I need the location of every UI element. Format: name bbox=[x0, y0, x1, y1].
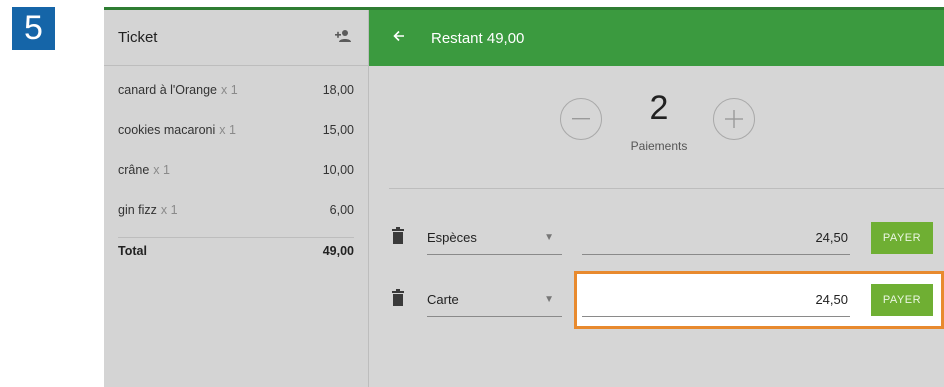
line-price: 10,00 bbox=[322, 163, 354, 177]
ticket-line[interactable]: cookies macaroni x 1 15,00 bbox=[118, 110, 354, 150]
ticket-header: Ticket bbox=[104, 10, 368, 66]
back-arrow-icon[interactable] bbox=[393, 29, 405, 47]
caret-down-icon: ▼ bbox=[544, 232, 554, 243]
line-name: crâne bbox=[118, 163, 150, 177]
increment-button[interactable] bbox=[713, 98, 755, 140]
line-qty: x 1 bbox=[160, 203, 178, 217]
line-qty: x 1 bbox=[219, 123, 236, 137]
trash-icon[interactable] bbox=[391, 289, 405, 307]
line-price: 15,00 bbox=[322, 123, 354, 137]
pay-button[interactable]: PAYER bbox=[871, 284, 933, 316]
total-label: Total bbox=[118, 244, 147, 258]
payments-count: 2 bbox=[649, 89, 669, 127]
amount-field[interactable]: 24,50 bbox=[582, 283, 850, 317]
payment-method-select[interactable]: Espèces ▼ bbox=[427, 221, 562, 255]
ticket-total: Total 49,00 bbox=[118, 237, 354, 284]
payments-label: Paiements bbox=[630, 139, 688, 153]
ticket-lines: canard à l'Orange x 1 18,00 cookies macar… bbox=[104, 70, 368, 284]
ticket-title: Ticket bbox=[118, 29, 158, 46]
payment-header: Restant 49,00 bbox=[369, 10, 944, 66]
total-value: 49,00 bbox=[322, 244, 354, 258]
payment-method-value: Espèces bbox=[427, 230, 477, 245]
line-qty: x 1 bbox=[153, 163, 170, 177]
divider bbox=[389, 188, 944, 189]
payment-panel: Restant 49,00 2 Paiements Espèces ▼ 24,5… bbox=[369, 10, 944, 387]
ticket-line[interactable]: gin fizz x 1 6,00 bbox=[118, 190, 354, 230]
amount-field[interactable]: 24,50 bbox=[582, 221, 850, 255]
payment-row: Carte ▼ 24,50 PAYER bbox=[369, 279, 944, 323]
remaining-title: Restant 49,00 bbox=[431, 29, 525, 47]
caret-down-icon: ▼ bbox=[544, 294, 554, 305]
ticket-panel: Ticket canard à l'Orange x 1 18,00 cookie… bbox=[104, 10, 369, 387]
payment-method-value: Carte bbox=[427, 292, 459, 307]
trash-icon[interactable] bbox=[391, 227, 405, 245]
decrement-button[interactable] bbox=[560, 98, 602, 140]
ticket-line[interactable]: canard à l'Orange x 1 18,00 bbox=[118, 70, 354, 110]
line-name: cookies macaroni bbox=[118, 123, 216, 137]
ticket-line[interactable]: crâne x 1 10,00 bbox=[118, 150, 354, 190]
pos-app: Ticket canard à l'Orange x 1 18,00 cookie… bbox=[104, 7, 944, 387]
line-price: 6,00 bbox=[329, 203, 354, 217]
pay-button[interactable]: PAYER bbox=[871, 222, 933, 254]
line-qty: x 1 bbox=[220, 83, 238, 97]
payment-row: Espèces ▼ 24,50 PAYER bbox=[369, 217, 944, 261]
payments-counter: 2 Paiements bbox=[369, 85, 944, 165]
line-name: gin fizz bbox=[118, 203, 157, 217]
line-name: canard à l'Orange bbox=[118, 83, 217, 97]
payment-method-select[interactable]: Carte ▼ bbox=[427, 283, 562, 317]
step-badge: 5 bbox=[12, 7, 55, 50]
line-price: 18,00 bbox=[322, 83, 354, 97]
person-add-icon[interactable] bbox=[334, 29, 352, 46]
